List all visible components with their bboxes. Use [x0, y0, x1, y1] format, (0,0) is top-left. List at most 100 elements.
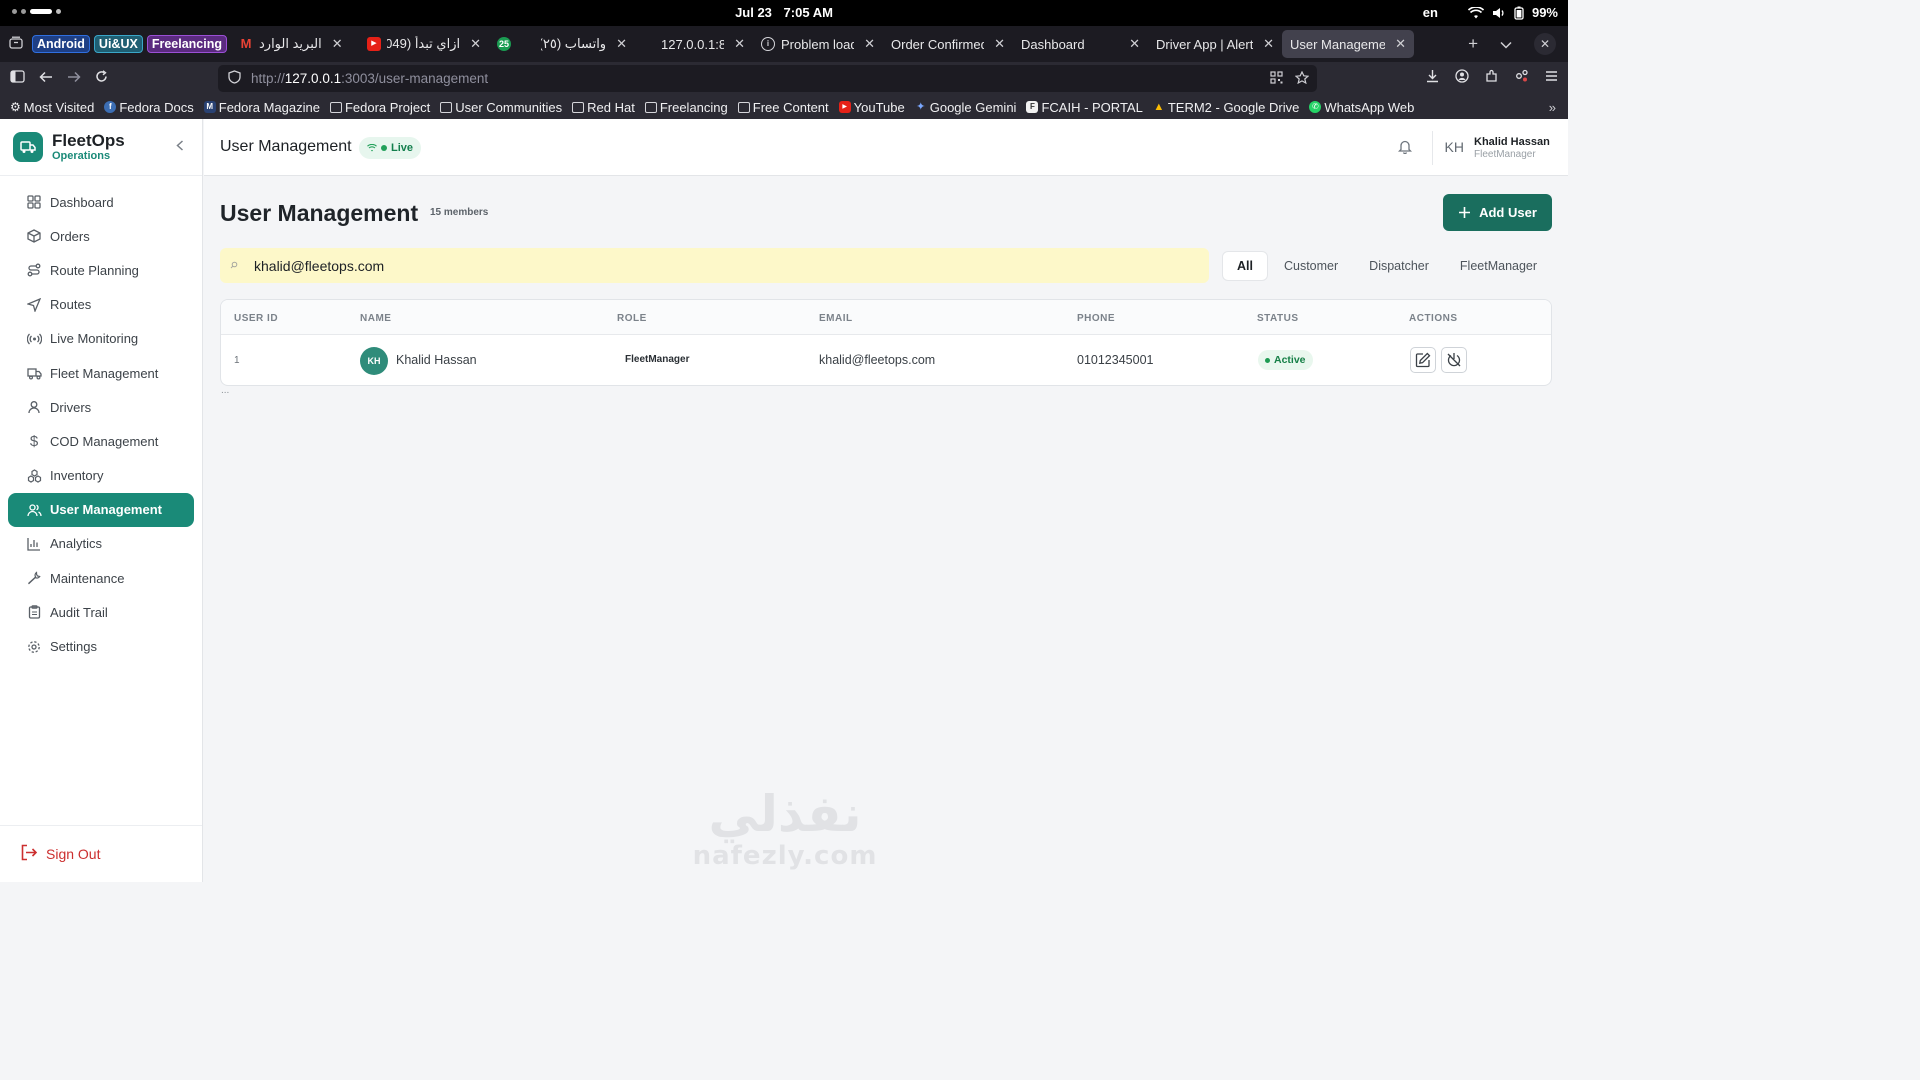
sidebar-item-label: Routes — [50, 297, 92, 313]
tab-whatsapp[interactable]: واتساب (٢٥) ✕ — [517, 30, 635, 58]
bookmark-google-drive[interactable]: ▲ TERM2 - Google Drive — [1153, 100, 1299, 115]
sidebar-item-dashboard[interactable]: Dashboard — [8, 185, 194, 219]
chevron-down-icon[interactable] — [1500, 37, 1512, 52]
cell-email: khalid@fleetops.com — [819, 353, 936, 367]
keyboard-language[interactable]: en — [1423, 5, 1438, 20]
download-icon[interactable] — [1426, 69, 1439, 86]
edit-user-button[interactable] — [1410, 347, 1436, 373]
bookmark-fedora-project[interactable]: Fedora Project — [329, 100, 430, 115]
sidebar-item-fleet-management[interactable]: Fleet Management — [8, 356, 194, 390]
forward-icon[interactable] — [67, 70, 81, 88]
close-icon[interactable]: ✕ — [994, 36, 1005, 52]
account-icon[interactable] — [1455, 69, 1469, 86]
bookmark-youtube[interactable]: ▶ YouTube — [838, 100, 905, 115]
search-icon — [230, 261, 238, 271]
close-icon[interactable]: ✕ — [616, 36, 627, 52]
tab-pinned-badge[interactable]: 25 — [489, 30, 517, 58]
sidebar-item-maintenance[interactable]: Maintenance — [8, 561, 194, 595]
collapse-sidebar-icon[interactable] — [176, 138, 184, 154]
filter-customer[interactable]: Customer — [1270, 252, 1352, 280]
filter-dispatcher[interactable]: Dispatcher — [1355, 252, 1443, 280]
bar-chart-icon — [26, 536, 42, 552]
sidebar-item-user-management[interactable]: User Management — [8, 492, 194, 527]
tab-driver-app[interactable]: Driver App | Alerts ✕ — [1148, 30, 1282, 58]
reload-icon[interactable] — [95, 70, 108, 88]
tab-gmail[interactable]: M البريد الوارد ✕ — [231, 30, 359, 58]
sidebar-item-route-planning[interactable]: Route Planning — [8, 253, 194, 287]
close-window-icon[interactable]: ✕ — [1534, 33, 1556, 55]
sidebar-item-drivers[interactable]: Drivers — [8, 390, 194, 424]
close-icon[interactable]: ✕ — [864, 36, 875, 52]
tab-group-uiux[interactable]: Ui&UX — [93, 35, 143, 53]
add-user-button[interactable]: Add User — [1443, 194, 1552, 231]
column-header-phone[interactable]: PHONE — [1077, 313, 1115, 324]
bookmark-free-content[interactable]: Free Content — [737, 100, 829, 115]
sidebar-item-routes[interactable]: Routes — [8, 288, 194, 322]
tab-order-confirmed[interactable]: Order Confirmed | ✕ — [883, 30, 1013, 58]
avatar[interactable]: KH — [1445, 139, 1464, 155]
close-icon[interactable]: ✕ — [470, 36, 481, 52]
tab-dashboard[interactable]: Dashboard ✕ — [1013, 30, 1148, 58]
tab-overview-icon[interactable] — [0, 36, 32, 52]
qr-code-icon[interactable] — [1270, 70, 1283, 87]
sidebar-item-audit-trail[interactable]: Audit Trail — [8, 595, 194, 629]
sign-out-button[interactable]: Sign Out — [0, 825, 202, 882]
column-header-role[interactable]: ROLE — [617, 313, 647, 324]
volume-icon[interactable] — [1492, 7, 1506, 19]
sidebar-item-settings[interactable]: Settings — [8, 629, 194, 663]
notification-bell-icon[interactable] — [1397, 139, 1413, 159]
bookmark-freelancing[interactable]: Freelancing — [644, 100, 728, 115]
bookmark-fedora-magazine[interactable]: M Fedora Magazine — [203, 100, 320, 115]
search-input[interactable] — [254, 257, 1154, 274]
new-tab-icon[interactable]: + — [1468, 34, 1478, 54]
os-time: 7:05 AM — [783, 5, 833, 20]
close-icon[interactable]: ✕ — [1395, 36, 1406, 52]
tab-label: Problem loading — [781, 36, 855, 52]
bookmark-most-visited[interactable]: ⚙ Most Visited — [10, 100, 94, 115]
sidebar-item-inventory[interactable]: Inventory — [8, 459, 194, 493]
os-clock[interactable]: Jul 23 7:05 AM — [0, 5, 1568, 20]
back-icon[interactable] — [39, 70, 53, 88]
sidebar-item-analytics[interactable]: Analytics — [8, 527, 194, 561]
battery-icon[interactable] — [1514, 6, 1524, 20]
bookmark-google-gemini[interactable]: ✦ Google Gemini — [915, 100, 1016, 115]
boxes-icon — [26, 468, 42, 484]
user-name[interactable]: Khalid Hassan — [1474, 136, 1552, 148]
column-header-user-id[interactable]: USER ID — [234, 313, 278, 324]
menu-hamburger-icon[interactable] — [1545, 69, 1558, 86]
close-icon[interactable]: ✕ — [332, 36, 343, 52]
tab-localhost-8000[interactable]: 127.0.0.1:8000/a ✕ — [635, 30, 753, 58]
bookmark-fedora-docs[interactable]: f Fedora Docs — [104, 100, 194, 115]
sidebar-item-orders[interactable]: Orders — [8, 219, 194, 253]
close-icon[interactable]: ✕ — [1263, 36, 1274, 52]
more-bookmarks-icon[interactable]: » — [1549, 100, 1568, 115]
tab-problem-loading[interactable]: i Problem loading ✕ — [753, 30, 883, 58]
extensions-icon[interactable] — [1485, 69, 1499, 86]
column-header-status[interactable]: STATUS — [1257, 313, 1299, 324]
tab-user-management[interactable]: User Management ✕ — [1282, 30, 1414, 58]
wifi-icon[interactable] — [1467, 6, 1484, 19]
bookmark-red-hat[interactable]: Red Hat — [572, 100, 635, 115]
column-header-name[interactable]: NAME — [360, 313, 391, 324]
close-icon[interactable]: ✕ — [734, 36, 745, 52]
bookmark-whatsapp-web[interactable]: ✆ WhatsApp Web — [1309, 100, 1414, 115]
bookmark-user-communities[interactable]: User Communities — [440, 100, 562, 115]
sidebar-item-live-monitoring[interactable]: Live Monitoring — [8, 322, 194, 356]
tab-group-freelancing[interactable]: Freelancing — [146, 35, 227, 53]
extension-puzzle-icon[interactable] — [1515, 69, 1529, 86]
bookmark-fcaih-portal[interactable]: F FCAIH - PORTAL — [1026, 100, 1143, 115]
table-row[interactable]: 1 KH Khalid Hassan FleetManager khalid@f… — [221, 335, 1551, 385]
tab-group-android[interactable]: Android — [32, 35, 90, 53]
column-header-email[interactable]: EMAIL — [819, 313, 853, 324]
close-icon[interactable]: ✕ — [1129, 36, 1140, 52]
sidebar-item-cod-management[interactable]: $ COD Management — [8, 424, 194, 458]
filter-fleetmanager[interactable]: FleetManager — [1446, 252, 1551, 280]
deactivate-user-button[interactable] — [1441, 347, 1467, 373]
address-bar[interactable]: http://127.0.0.1:3003/user-management — [218, 65, 1317, 92]
search-box[interactable] — [220, 248, 1209, 283]
sidebar-toggle-icon[interactable] — [10, 70, 25, 88]
bookmark-star-icon[interactable] — [1294, 70, 1310, 87]
filter-all[interactable]: All — [1223, 252, 1267, 280]
tab-youtube[interactable]: ▶ ازاي تبدأ (2049) ✕ — [359, 30, 489, 58]
site-info-icon[interactable] — [228, 70, 241, 87]
